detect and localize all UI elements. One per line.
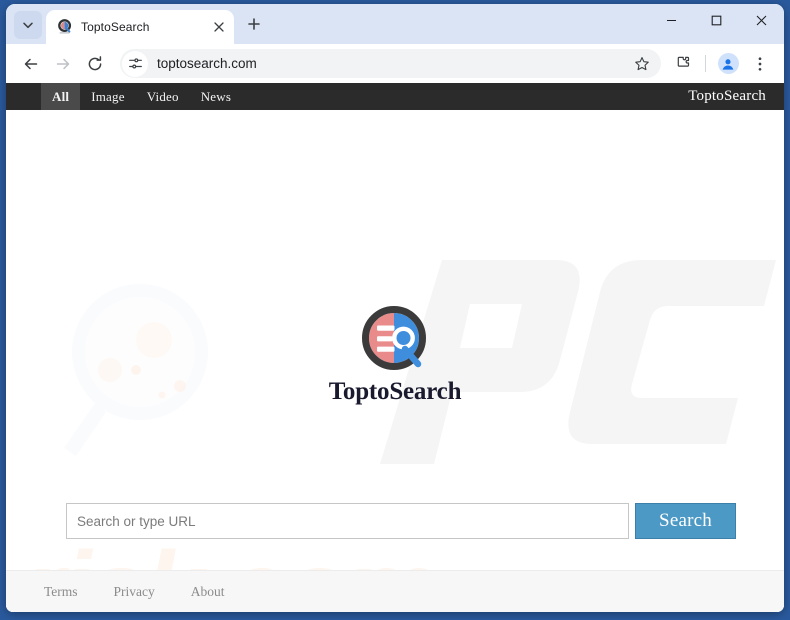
arrow-right-icon	[56, 58, 70, 69]
search-row: Search	[66, 503, 736, 539]
star-icon	[635, 56, 649, 70]
tab-search-button[interactable]	[14, 11, 42, 39]
toptosearch-logo-icon	[362, 306, 426, 370]
site-nav-item-all[interactable]: All	[41, 83, 81, 110]
site-nav-item-label: Image	[91, 88, 125, 104]
site-info-button[interactable]	[122, 50, 148, 77]
browser-window: ToptoSearch toptosearch.com All Image Vi…	[6, 4, 784, 612]
page-content: risk.com	[6, 110, 784, 612]
site-footer: Terms Privacy About	[6, 570, 784, 612]
site-nav-item-video[interactable]: Video	[136, 83, 190, 110]
new-tab-button[interactable]	[240, 12, 268, 40]
tab-title: ToptoSearch	[81, 20, 150, 34]
reload-button[interactable]	[80, 49, 110, 79]
site-nav-item-label: Video	[146, 88, 179, 104]
site-nav-item-news[interactable]: News	[190, 83, 242, 110]
footer-link-terms[interactable]: Terms	[44, 584, 78, 600]
three-dots-vertical-icon	[758, 56, 762, 71]
site-nav-brand: ToptoSearch	[688, 88, 766, 104]
desktop-background: ToptoSearch toptosearch.com All Image Vi…	[0, 0, 790, 620]
back-button[interactable]	[16, 49, 46, 79]
window-close-button[interactable]	[739, 4, 784, 36]
bookmark-button[interactable]	[629, 51, 655, 77]
site-nav-item-label: News	[200, 88, 232, 104]
arrow-left-icon	[24, 58, 38, 69]
maximize-icon	[711, 15, 722, 25]
address-bar[interactable]: toptosearch.com	[120, 49, 661, 78]
site-nav-item-label: All	[52, 88, 70, 104]
reload-icon	[88, 55, 102, 70]
tab-strip: ToptoSearch	[6, 4, 784, 44]
browser-toolbar: toptosearch.com	[6, 44, 784, 83]
plus-icon	[247, 17, 261, 36]
extensions-button[interactable]	[668, 49, 698, 79]
window-minimize-button[interactable]	[649, 4, 694, 36]
footer-link-about[interactable]: About	[191, 584, 225, 600]
profile-avatar-icon	[717, 53, 739, 74]
forward-button[interactable]	[48, 49, 78, 79]
browser-tab[interactable]: ToptoSearch	[46, 10, 234, 44]
browser-menu-button[interactable]	[745, 49, 775, 79]
footer-link-privacy[interactable]: Privacy	[114, 584, 155, 600]
tune-sliders-icon	[128, 58, 142, 69]
search-button[interactable]: Search	[635, 503, 736, 539]
toptosearch-favicon-icon	[57, 19, 73, 35]
minimize-icon	[667, 19, 676, 21]
window-controls	[649, 4, 784, 36]
tab-close-button[interactable]	[210, 18, 228, 36]
profile-button[interactable]	[713, 49, 743, 79]
window-maximize-button[interactable]	[694, 4, 739, 36]
close-icon	[214, 22, 224, 32]
site-logo-text: ToptoSearch	[328, 378, 462, 405]
chevron-down-icon	[21, 18, 35, 32]
toolbar-divider	[705, 55, 706, 72]
close-icon	[756, 15, 767, 25]
site-logo: ToptoSearch	[6, 302, 784, 406]
site-nav-spacer	[6, 83, 41, 110]
site-nav-item-image[interactable]: Image	[80, 83, 135, 110]
puzzle-piece-icon	[677, 56, 690, 67]
site-nav-bar: All Image Video News ToptoSearch	[6, 83, 784, 110]
search-input[interactable]	[66, 503, 629, 539]
address-bar-url: toptosearch.com	[157, 56, 257, 71]
